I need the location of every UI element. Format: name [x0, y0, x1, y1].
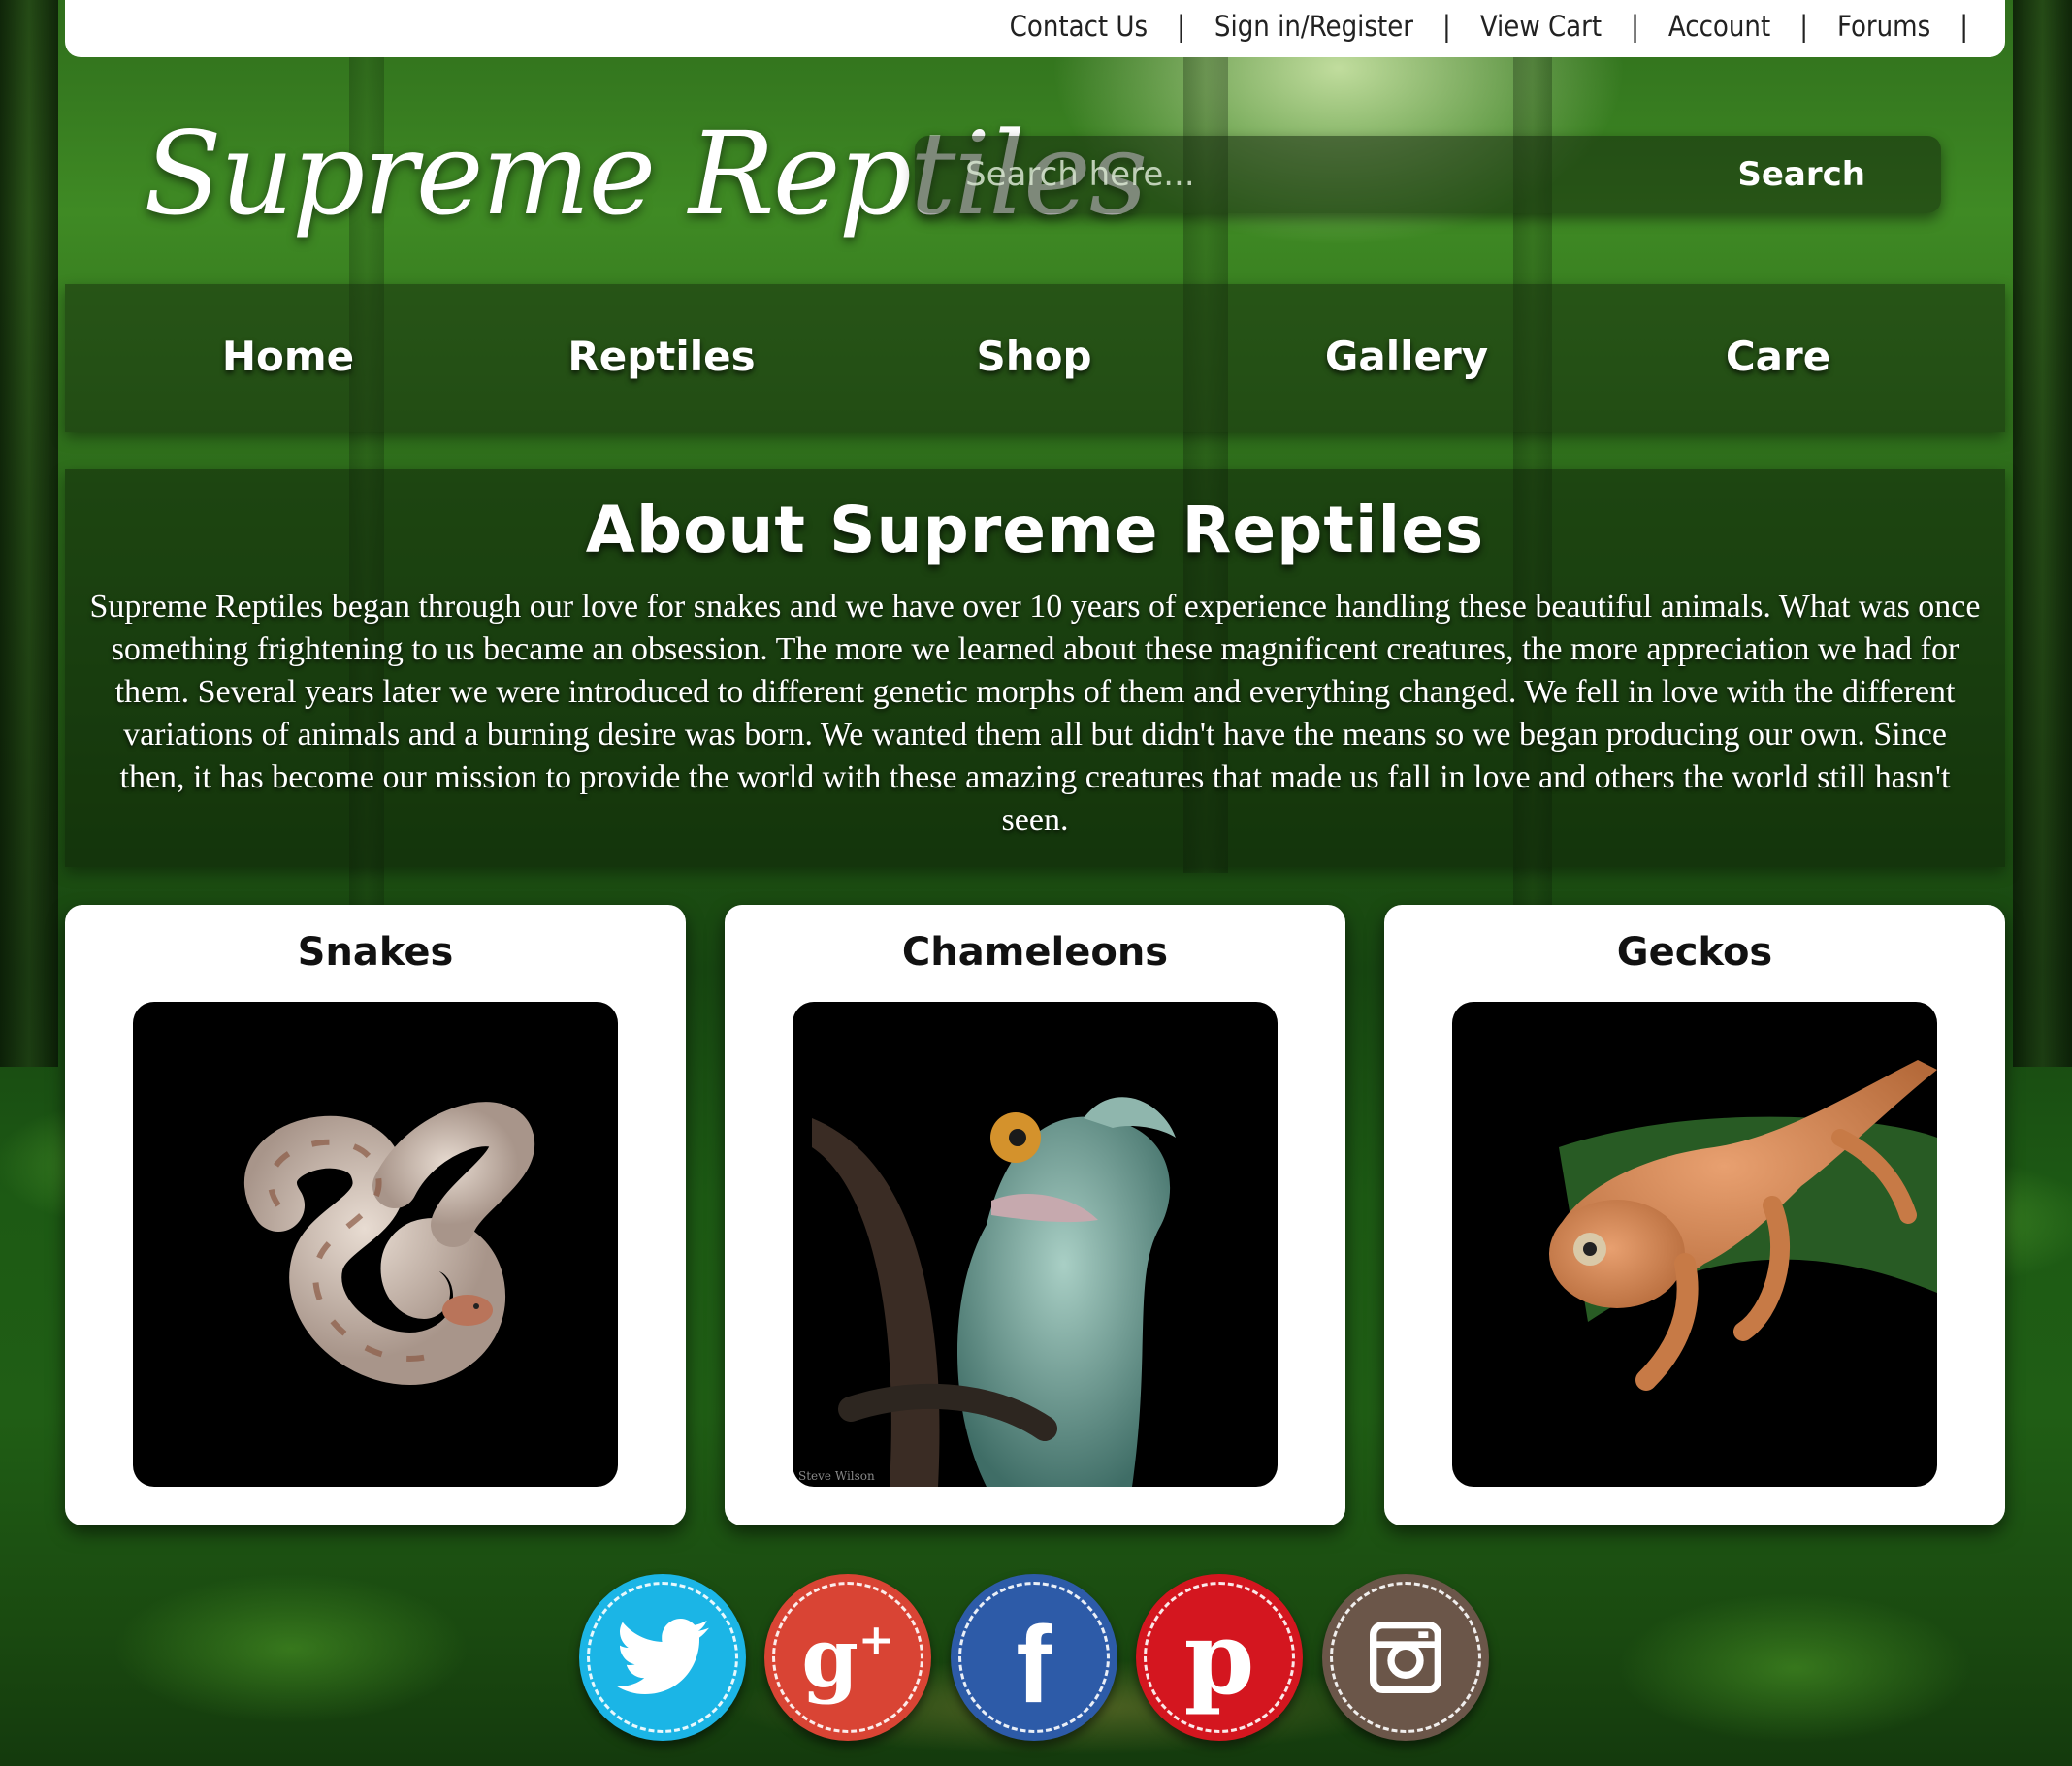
- facebook-icon: f: [1016, 1603, 1052, 1725]
- top-link-bar: Contact Us | Sign in/Register | View Car…: [65, 0, 2005, 57]
- pinterest-button[interactable]: p: [1136, 1574, 1303, 1741]
- card-title: Chameleons: [901, 930, 1169, 975]
- search-input[interactable]: [963, 151, 1646, 198]
- card-title: Snakes: [297, 930, 454, 975]
- instagram-button[interactable]: [1322, 1574, 1489, 1741]
- snake-image[interactable]: [133, 1002, 618, 1487]
- category-card-snakes[interactable]: Snakes: [65, 905, 686, 1525]
- sign-in-register-link[interactable]: Sign in/Register: [1214, 10, 1413, 43]
- google-plus-button[interactable]: g +: [764, 1574, 931, 1741]
- link-separator: |: [1959, 10, 1968, 43]
- chameleon-illustration: [812, 1097, 1176, 1487]
- contact-us-link[interactable]: Contact Us: [1010, 10, 1148, 43]
- nav-care[interactable]: Care: [1726, 333, 1830, 380]
- link-separator: |: [1442, 10, 1451, 43]
- nav-shop[interactable]: Shop: [976, 333, 1091, 380]
- gecko-image[interactable]: [1452, 1002, 1937, 1487]
- account-link[interactable]: Account: [1668, 10, 1770, 43]
- about-title: About Supreme Reptiles: [585, 493, 1485, 567]
- account-links: Contact Us | Sign in/Register | View Car…: [1010, 10, 1968, 43]
- category-card-chameleons[interactable]: Chameleons Steve Wilson: [725, 905, 1345, 1525]
- google-plus-icon: g +: [801, 1609, 894, 1706]
- card-title: Geckos: [1616, 930, 1773, 975]
- about-text: Supreme Reptiles began through our love …: [89, 589, 1981, 838]
- instagram-icon: [1322, 1574, 1489, 1741]
- link-separator: |: [1177, 10, 1185, 43]
- pinterest-icon: p: [1183, 1597, 1255, 1718]
- link-separator: |: [1631, 10, 1639, 43]
- forums-link[interactable]: Forums: [1837, 10, 1930, 43]
- twitter-button[interactable]: [579, 1574, 746, 1741]
- category-card-geckos[interactable]: Geckos: [1384, 905, 2005, 1525]
- gecko-illustration: [1549, 1060, 1937, 1391]
- search-bar: Search: [915, 136, 1941, 213]
- chameleon-image[interactable]: Steve Wilson: [793, 1002, 1278, 1487]
- twitter-icon: [579, 1574, 746, 1741]
- main-navigation: Home Reptiles Shop Gallery Care: [65, 284, 2005, 432]
- snake-illustration: [244, 1102, 534, 1385]
- nav-reptiles[interactable]: Reptiles: [567, 333, 755, 380]
- background-tree-trunk: [0, 0, 58, 1067]
- facebook-button[interactable]: f: [951, 1574, 1117, 1741]
- photo-credit: Steve Wilson: [798, 1469, 875, 1483]
- link-separator: |: [1799, 10, 1808, 43]
- nav-gallery[interactable]: Gallery: [1325, 333, 1488, 380]
- about-section: About Supreme Reptiles Supreme Reptiles …: [65, 469, 2005, 867]
- view-cart-link[interactable]: View Cart: [1480, 10, 1602, 43]
- background-tree-trunk: [2013, 0, 2072, 1067]
- search-button[interactable]: Search: [1737, 155, 1865, 194]
- nav-home[interactable]: Home: [222, 333, 354, 380]
